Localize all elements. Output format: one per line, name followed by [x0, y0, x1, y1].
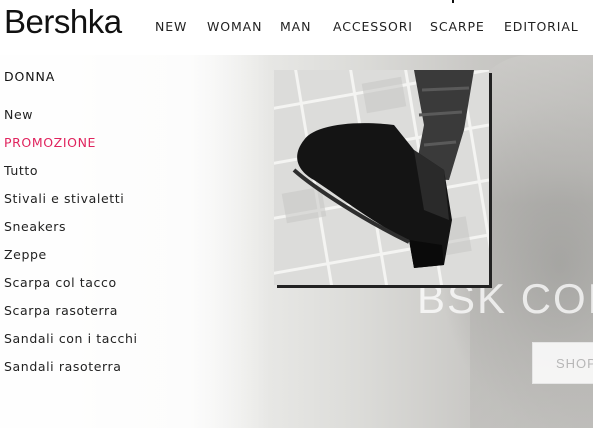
- menu-item-sandali-con-tacchi[interactable]: Sandali con i tacchi: [4, 331, 138, 346]
- site-header: Bershka NEW WOMAN MAN ACCESSORI SCARPE E…: [0, 0, 593, 55]
- menu-item-scarpa-rasoterra[interactable]: Scarpa rasoterra: [4, 303, 118, 318]
- nav-item-scarpe[interactable]: SCARPE: [430, 19, 485, 34]
- menu-item-zeppe[interactable]: Zeppe: [4, 247, 47, 262]
- nav-item-new[interactable]: NEW: [155, 19, 187, 34]
- menu-item-sandali-rasoterra[interactable]: Sandali rasoterra: [4, 359, 122, 374]
- menu-item-scarpa-col-tacco[interactable]: Scarpa col tacco: [4, 275, 117, 290]
- active-nav-indicator: [452, 0, 454, 3]
- menu-item-stivali[interactable]: Stivali e stivaletti: [4, 191, 124, 206]
- menu-item-promozione[interactable]: PROMOZIONE: [4, 135, 96, 150]
- nav-item-woman[interactable]: WOMAN: [207, 19, 262, 34]
- shop-button[interactable]: SHOP: [532, 342, 593, 384]
- menu-item-tutto[interactable]: Tutto: [4, 163, 38, 178]
- menu-title: DONNA: [4, 69, 56, 84]
- nav-item-editorial[interactable]: EDITORIAL: [504, 19, 579, 34]
- nav-item-accessori[interactable]: ACCESSORI: [333, 19, 413, 34]
- product-image-ankle-boot[interactable]: [274, 70, 489, 285]
- menu-item-new[interactable]: New: [4, 107, 33, 122]
- nav-item-man[interactable]: MAN: [280, 19, 311, 34]
- main-nav: NEW WOMAN MAN ACCESSORI SCARPE EDITORIAL: [0, 19, 593, 39]
- menu-item-sneakers[interactable]: Sneakers: [4, 219, 66, 234]
